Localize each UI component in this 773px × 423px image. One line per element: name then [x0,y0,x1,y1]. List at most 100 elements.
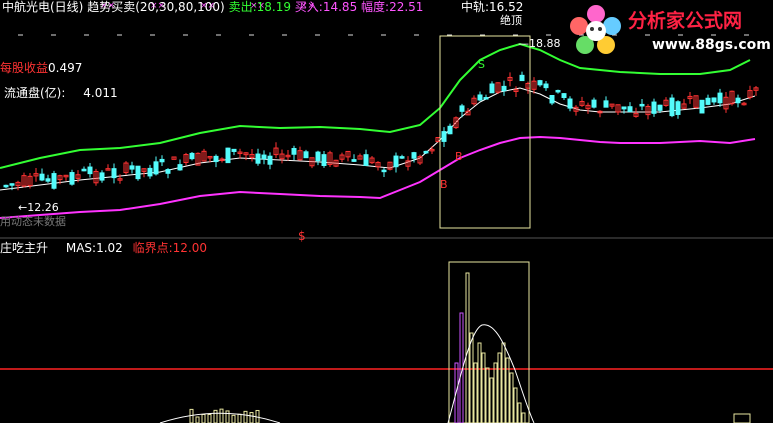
candle-body [381,169,387,173]
indicator-bar [513,387,518,423]
candle-body [711,97,717,103]
candle-body [555,89,561,93]
buy-marker: B [440,178,448,191]
candle-body [489,83,495,94]
candle-body [147,167,153,177]
sell-marker: S [478,58,485,71]
indicator-bar [497,352,502,423]
candle-body [735,97,741,104]
candle-body [225,147,231,164]
sell-label: 卖出: [228,0,257,14]
indicator-bar-small [243,410,248,423]
candle-body [69,172,75,185]
eps-value: 0.497 [48,61,83,75]
indicator-bar-small [195,416,200,423]
upper-band-line [0,42,751,169]
indicator-bar-small [249,412,254,423]
candle-body [363,154,369,167]
sell-dollar-marker: $ [298,229,306,243]
candle-body [411,152,417,159]
period-low-value: 12.26 [27,201,59,214]
candle-body [315,151,321,162]
price-chart[interactable]: ×× ×× ×× ×× ×× [0,0,773,423]
indicator-bar-small [219,408,224,423]
candle-body [51,173,57,189]
indicator-bar [509,372,514,423]
candle-body [303,151,309,159]
candle-body [9,183,15,186]
candle-body [87,166,93,175]
candle-body [549,95,555,104]
candle-body [501,85,507,92]
mas-label: MAS: [65,241,97,255]
candle-body [45,178,51,182]
top-tag: 绝顶 [500,14,522,27]
float-value: 4.011 [83,86,118,100]
indicator-bar [469,332,474,423]
candle-body [561,93,567,99]
indicator-bar [501,342,506,423]
buy-value: 14.85 [322,0,358,14]
sub-indicator-name: 庄吃主升 [0,241,49,255]
indicator-name: 趋势买卖(20,30,80,100) [87,0,225,14]
candle-body [291,148,297,155]
candle-body [591,99,597,108]
float-label: 流通盘(亿): [4,86,66,100]
candle-body [153,161,159,175]
period-high-value: 18.88 [529,37,561,50]
candle-body [483,97,489,100]
candle-body [669,97,675,117]
mid-value: 16.52 [489,0,524,14]
candle-body [393,155,399,168]
candle-body [477,94,483,101]
candle-body [189,152,195,160]
candle-body [267,155,273,165]
candle-body [699,99,705,114]
logo-title: 分析家公式网 [628,10,743,32]
candle-body [261,154,267,160]
dynamic-data-note: 用动态未数据 [0,215,66,228]
candle-body [537,80,543,86]
candle-body [447,125,453,135]
range-value: 22.51 [389,0,424,14]
candle-body [459,105,465,112]
candle-body [3,184,9,188]
candle-body [717,92,723,104]
indicator-bar-small [207,413,212,423]
period-low-label: ←12.26 [18,201,59,214]
eps-readout: 每股收益0.497 [0,61,82,75]
highlight-box-top [439,35,531,229]
candle-body [651,101,657,114]
candle-body [627,106,633,113]
indicator-bar-small [231,414,236,423]
eps-label: 每股收益 [0,61,49,75]
candle-body [621,106,627,110]
candle-body [81,168,87,172]
indicator-bar-small [189,408,194,423]
sub-indicator-header: 庄吃主升 MAS:1.02 临界点:12.00 [0,241,207,255]
candle-body [255,153,261,164]
indicator-bar-small [733,413,751,423]
candle-body [705,97,711,105]
stock-name: 中航光电(日线) [2,0,84,14]
indicator-bar [473,362,478,423]
indicator-bar [454,362,459,423]
site-logo: 分析家公式网 www.88gs.com [566,2,771,58]
critical-label: 临界点: [132,241,173,255]
indicator-bar-small [237,413,242,423]
buy-label: 买入: [294,0,323,14]
candle-body [99,172,105,181]
candle-body [639,103,645,107]
float-readout: 流通盘(亿): 4.011 [4,86,118,100]
chart-header: 中航光电(日线) 趋势买卖(20,30,80,100) 卖出:18.19 买入:… [2,0,423,14]
indicator-bar [493,362,498,423]
mas-value: 1.02 [96,241,123,255]
candle-body [441,131,447,142]
candle-body [111,168,117,179]
candle-body [543,83,549,89]
candle-body [399,156,405,159]
candle-body [519,74,525,82]
candle-body [39,173,45,181]
candle-body [177,164,183,171]
period-high-label: —18.88 [518,37,561,50]
